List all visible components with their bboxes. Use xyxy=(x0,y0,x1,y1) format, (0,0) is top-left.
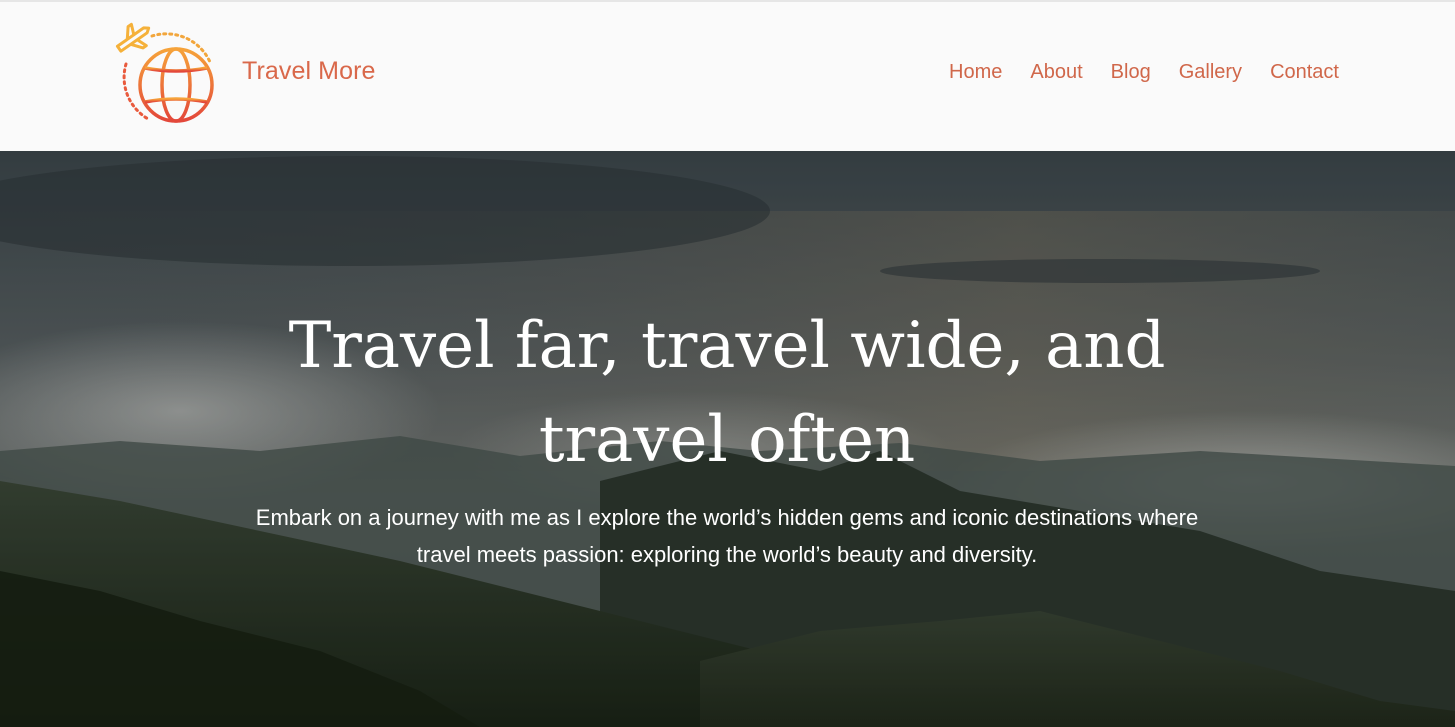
hero-subtitle: Embark on a journey with me as I explore… xyxy=(255,505,1199,567)
main-nav: Home About Blog Gallery Contact xyxy=(949,61,1339,84)
hero-title: Travel far, travel wide, and travel often xyxy=(227,299,1227,487)
nav-blog[interactable]: Blog xyxy=(1111,61,1151,84)
nav-gallery[interactable]: Gallery xyxy=(1179,61,1242,84)
globe-plane-icon[interactable] xyxy=(112,22,218,126)
hero-title-line1: Travel far, travel wide, and xyxy=(288,309,1166,383)
brand-title[interactable]: Travel More xyxy=(242,57,376,86)
hero-section: Travel far, travel wide, and travel often… xyxy=(0,151,1455,727)
hero-title-line2: travel often xyxy=(538,403,916,477)
nav-home[interactable]: Home xyxy=(949,61,1002,84)
nav-contact[interactable]: Contact xyxy=(1270,61,1339,84)
nav-about[interactable]: About xyxy=(1030,61,1082,84)
site-header: Travel More Home About Blog Gallery Cont… xyxy=(0,2,1455,151)
